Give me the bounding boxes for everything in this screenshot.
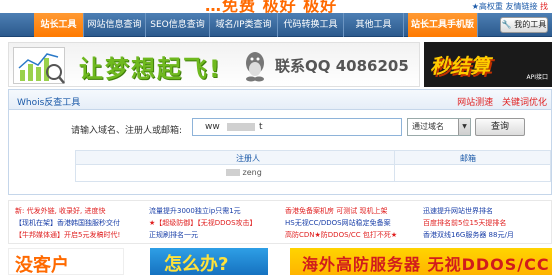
ad-link[interactable]: 新: 代发外链, 收录好, 进度快 bbox=[15, 205, 120, 217]
whois-reverse-panel: Whois反查工具 网站测速 关键词优化 请输入域名、注册人或邮箱: ww t … bbox=[8, 89, 552, 195]
ad-link[interactable]: 流量提升3000独立ip只需1元 bbox=[149, 205, 257, 217]
query-type-select[interactable]: 通过域名 ▼ bbox=[407, 118, 471, 136]
query-input[interactable]: ww t bbox=[192, 118, 402, 136]
qq-banner-ad[interactable]: 让梦想起飞! 联系QQ 4086205 bbox=[8, 42, 420, 87]
panel-title: Whois反查工具 bbox=[17, 98, 81, 108]
settlement-ad[interactable]: 秒结算 API接口 bbox=[424, 42, 552, 87]
my-tools-label: 我的工具 bbox=[514, 20, 547, 29]
nav-item-mobile-version[interactable]: 站长工具手机版 bbox=[408, 13, 478, 37]
panel-header-links: 网站测速 关键词优化 bbox=[451, 95, 547, 108]
ads-column-4: 迅速提升网站世界排名 百度排名前5位15天提排名 香港双线16G服务器 88元/… bbox=[423, 205, 514, 241]
ad-link[interactable]: 高防CDN★防DDOS/CC 包打不死★ bbox=[285, 229, 397, 241]
top-strip: …免费 极好 极好 ★高权重 友情链接 找 bbox=[0, 0, 552, 15]
panel-header: Whois反查工具 网站测速 关键词优化 bbox=[9, 90, 551, 110]
qq-penguin-icon bbox=[241, 49, 269, 83]
col-header-registrant: 注册人 bbox=[236, 154, 260, 163]
ad-link[interactable]: 迅速提升网站世界排名 bbox=[423, 205, 514, 217]
redacted-block bbox=[226, 169, 240, 176]
bottom-banners: 没客户 怎么办? 海外高防服务器 无视DDOS/CC bbox=[0, 248, 552, 276]
bottom-banner-1[interactable]: 没客户 bbox=[8, 248, 124, 276]
top-link-weight[interactable]: ★高权重 bbox=[472, 2, 503, 11]
ads-column-1: 新: 代发外链, 收录好, 进度快 【现机在架】香港韩国独服秒交付 【牛邦媒体通… bbox=[15, 205, 120, 241]
my-tools-button[interactable]: 🔧 我的工具 bbox=[500, 17, 548, 33]
nav-item-other-tools[interactable]: 其他工具 bbox=[344, 13, 404, 37]
nav-item-code-convert[interactable]: 代码转换工具 bbox=[278, 13, 344, 37]
bottom-banner-1-text: 没客户 bbox=[15, 255, 69, 276]
bottom-banner-3-text: 海外高防服务器 无视DDOS/CC bbox=[302, 255, 550, 274]
ads-column-3: 香港免备案机房 可测试 现机上架 HS无视CC/DDOS网站稳定免备案 高防CD… bbox=[285, 205, 397, 241]
settlement-ad-title: 秒结算 bbox=[430, 54, 490, 78]
bottom-banner-2-text: 怎么办? bbox=[164, 254, 229, 275]
ad-link[interactable]: HS无视CC/DDOS网站稳定免备案 bbox=[285, 217, 397, 229]
link-keyword-optimize[interactable]: 关键词优化 bbox=[502, 98, 547, 108]
chart-icon bbox=[13, 47, 65, 84]
settlement-ad-sub: API接口 bbox=[526, 74, 549, 81]
chevron-down-icon: ▼ bbox=[458, 119, 470, 135]
column-divider bbox=[394, 151, 395, 181]
nav-item-seo-info[interactable]: SEO信息查询 bbox=[146, 13, 210, 37]
query-button[interactable]: 查询 bbox=[475, 118, 525, 136]
ad-link[interactable]: 百度排名前5位15天提排名 bbox=[423, 217, 514, 229]
ad-link[interactable]: 【牛邦媒体通】开启5元发稿时代! bbox=[15, 229, 120, 241]
ad-link[interactable]: 【现机在架】香港韩国独服秒交付 bbox=[15, 217, 120, 229]
ad-link[interactable]: ★【超级防御】【无视DDOS攻击】 bbox=[149, 217, 257, 229]
banner-slogan: 让梦想起飞! bbox=[79, 55, 222, 83]
query-type-value: 通过域名 bbox=[412, 122, 444, 131]
query-input-prefix: ww bbox=[205, 122, 220, 132]
registrant-name: zeng bbox=[242, 168, 262, 177]
nav-item-webmaster-tools[interactable]: 站长工具 bbox=[34, 13, 84, 37]
nav-item-site-info[interactable]: 网站信息查询 bbox=[84, 13, 146, 37]
link-speed-test[interactable]: 网站测速 bbox=[457, 98, 493, 108]
nav-item-domain-ip[interactable]: 域名/IP类查询 bbox=[210, 13, 278, 37]
text-ads-grid: 新: 代发外链, 收录好, 进度快 【现机在架】香港韩国独服秒交付 【牛邦媒体通… bbox=[8, 200, 552, 244]
top-link-hot[interactable]: 找 bbox=[540, 2, 548, 11]
top-right-links: ★高权重 友情链接 找 bbox=[472, 1, 548, 12]
result-header-row: 注册人 邮箱 bbox=[76, 151, 550, 165]
ad-link[interactable]: 香港免备案机房 可测试 现机上架 bbox=[285, 205, 397, 217]
query-input-suffix: t bbox=[259, 122, 263, 132]
table-row[interactable]: zeng bbox=[226, 168, 262, 177]
banner-qq-contact: 联系QQ 4086205 bbox=[275, 57, 409, 75]
ad-link[interactable]: 香港双线16G服务器 88元/月 bbox=[423, 229, 514, 241]
result-table: 注册人 邮箱 zeng bbox=[75, 150, 551, 182]
wrench-icon: 🔧 bbox=[501, 20, 512, 29]
bottom-banner-3[interactable]: 海外高防服务器 无视DDOS/CC bbox=[290, 248, 552, 275]
bottom-banner-2[interactable]: 怎么办? bbox=[150, 248, 268, 275]
ads-column-2: 流量提升3000独立ip只需1元 ★【超级防御】【无视DDOS攻击】 正规刷排名… bbox=[149, 205, 257, 241]
redacted-block bbox=[227, 123, 255, 131]
main-nav: 站长工具 网站信息查询 SEO信息查询 域名/IP类查询 代码转换工具 其他工具… bbox=[0, 13, 552, 37]
query-label: 请输入域名、注册人或邮箱: bbox=[71, 126, 183, 136]
ad-link[interactable]: 正规刷排名一元 bbox=[149, 229, 257, 241]
col-header-email: 邮箱 bbox=[460, 154, 476, 163]
top-link-friend[interactable]: 友情链接 bbox=[505, 2, 537, 11]
